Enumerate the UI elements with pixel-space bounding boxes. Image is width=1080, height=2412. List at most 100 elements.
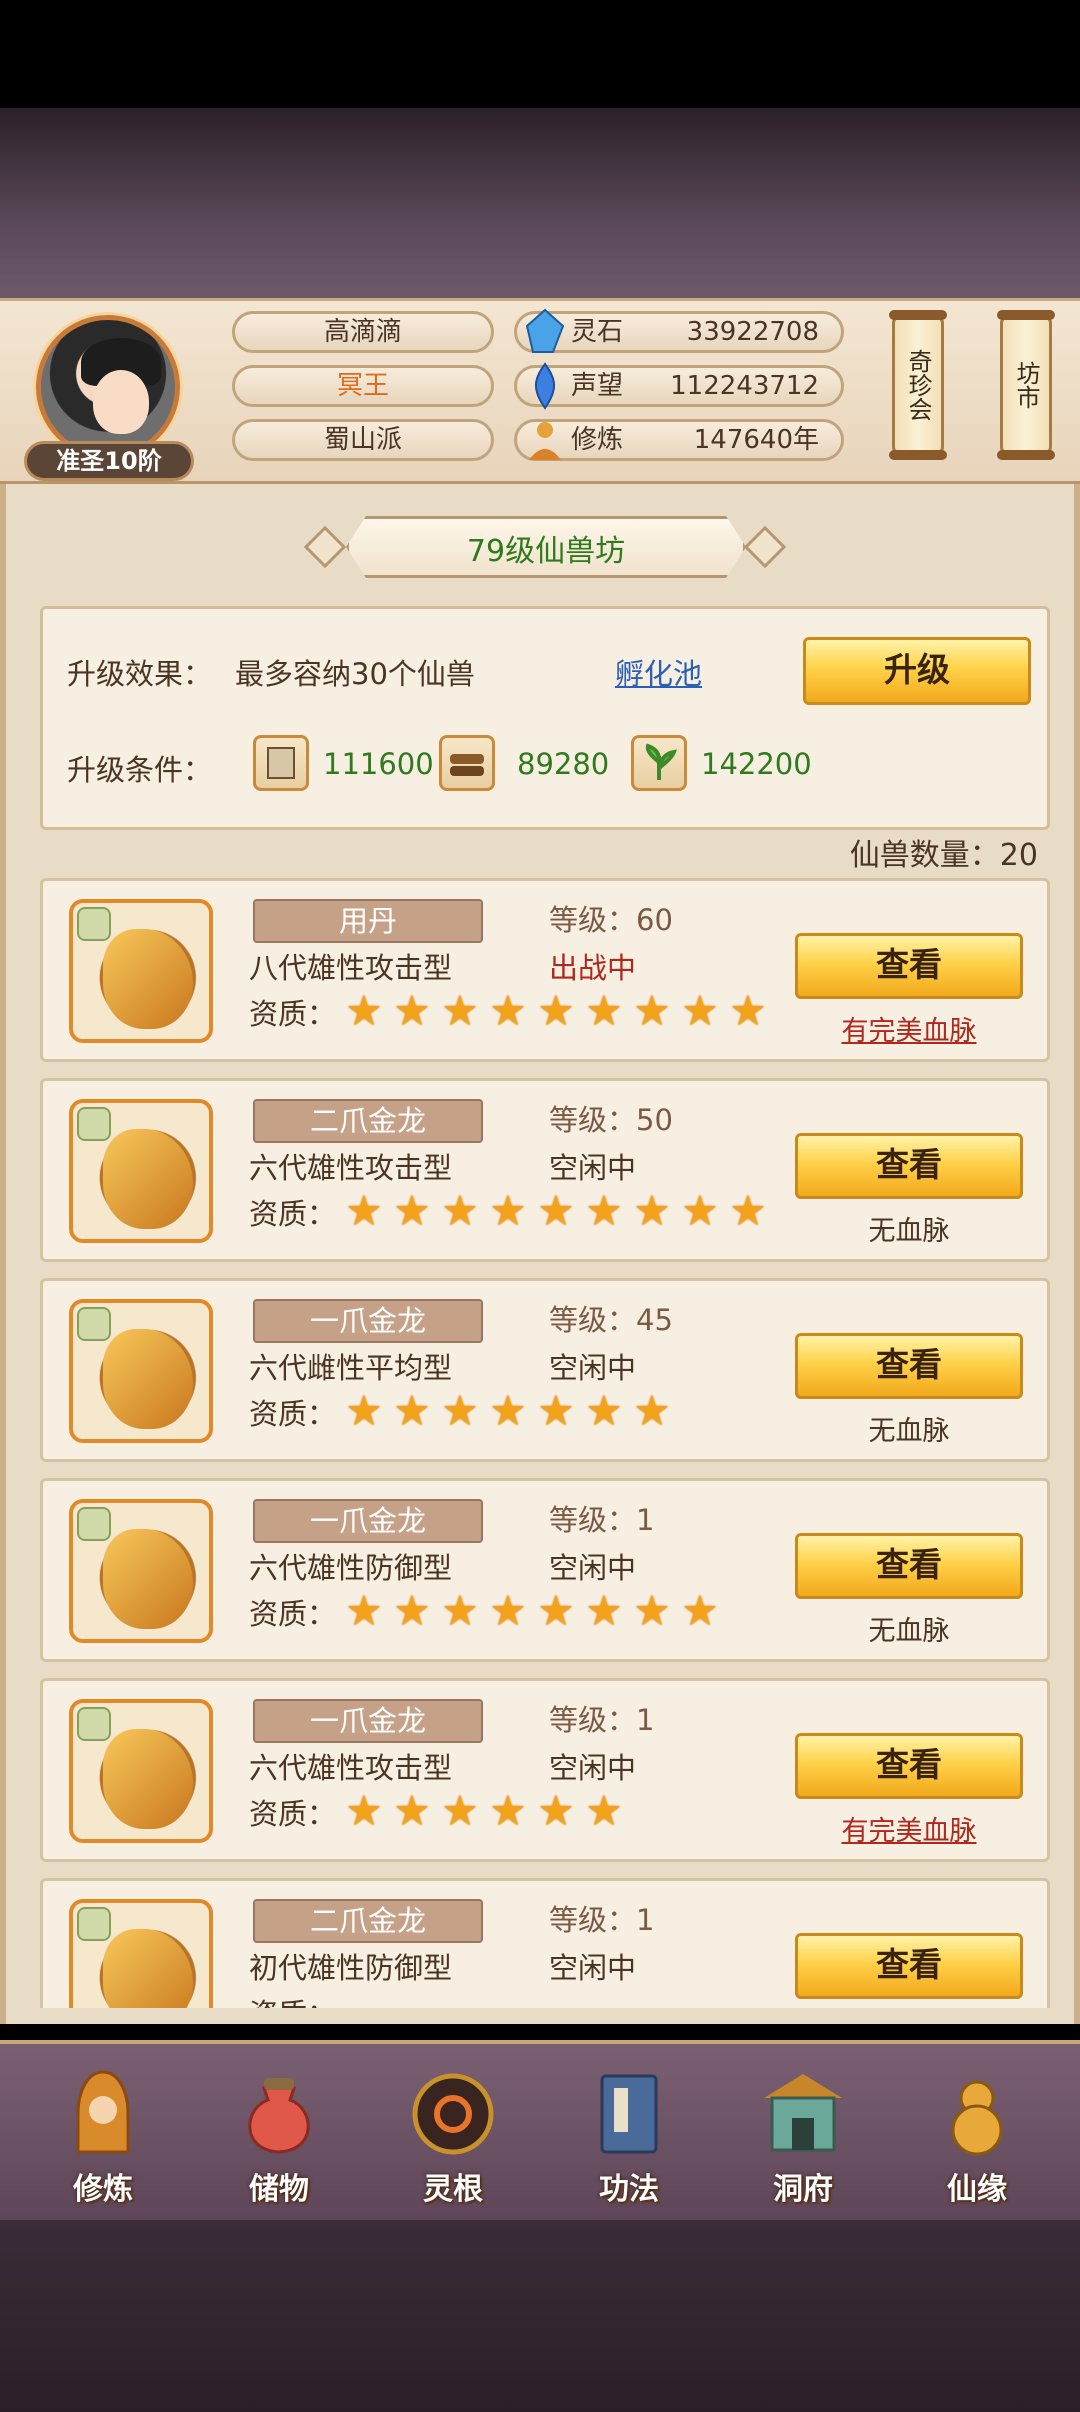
- beast-row: 二爪金龙初代雄性防御型 等级：1 空闲中资质： 查看: [40, 1878, 1050, 2008]
- beast-portrait[interactable]: [69, 899, 213, 1043]
- effect-label: 升级效果：: [67, 657, 213, 691]
- beast-name: 一爪金龙: [253, 1299, 483, 1343]
- bloodline-status[interactable]: 有完美血脉: [795, 1809, 1023, 1848]
- star-icon: ★: [585, 986, 623, 1035]
- resource-label: 灵石: [571, 317, 624, 347]
- beast-portrait[interactable]: [69, 1099, 213, 1243]
- star-icon: ★: [633, 1586, 671, 1635]
- star-icon: ★: [489, 1786, 527, 1835]
- scroll-material-icon: [253, 735, 309, 791]
- status-bar: [0, 0, 1080, 108]
- nav-technique[interactable]: 功法: [564, 2054, 694, 2214]
- cultivation-counter: 修炼 147640年: [514, 419, 844, 461]
- star-icon: ★: [681, 1586, 719, 1635]
- star-icon: ★: [537, 1586, 575, 1635]
- cultivation-icon: [529, 422, 561, 460]
- view-button[interactable]: 查看: [795, 933, 1023, 999]
- view-button[interactable]: 查看: [795, 1533, 1023, 1599]
- beast-portrait[interactable]: [69, 1699, 213, 1843]
- aptitude-label: 资质：: [249, 1797, 337, 1831]
- dragon-icon: [103, 1529, 193, 1629]
- treasure-fair-button[interactable]: 奇珍会: [889, 310, 947, 460]
- star-icon: ★: [393, 1386, 431, 1435]
- beast-name: 用丹: [253, 899, 483, 943]
- condition-value: 111600: [323, 747, 434, 781]
- beast-description: 六代雄性防御型: [249, 1551, 453, 1585]
- top-background: [0, 108, 1080, 298]
- cave-mansion-icon: [764, 2074, 842, 2152]
- spirit-stone-icon: [525, 308, 565, 353]
- beast-status: 空闲中: [549, 1551, 637, 1585]
- beast-level: 等级：60: [549, 903, 673, 937]
- nav-cave-mansion[interactable]: 洞府: [738, 2054, 868, 2214]
- player-header: 准圣10阶 高滴滴 冥王 蜀山派 灵石 33922708 声望 11224371…: [0, 298, 1080, 484]
- avatar[interactable]: 准圣10阶: [24, 311, 194, 481]
- beast-portrait[interactable]: [69, 1299, 213, 1443]
- star-icon: ★: [345, 1786, 383, 1835]
- lock-icon: [77, 1107, 111, 1141]
- star-icon: ★: [585, 1386, 623, 1435]
- beast-status: 空闲中: [549, 1351, 637, 1385]
- resource-value: 33922708: [686, 317, 819, 347]
- star-icon: ★: [489, 1386, 527, 1435]
- resource-value: 147640年: [693, 425, 819, 455]
- nav-label: 修炼: [73, 2172, 133, 2207]
- beast-level: 等级：1: [549, 1903, 655, 1937]
- nav-fortune[interactable]: 仙缘: [912, 2054, 1042, 2214]
- star-icon: ★: [681, 1186, 719, 1235]
- view-button[interactable]: 查看: [795, 1933, 1023, 1999]
- beast-level: 等级：45: [549, 1303, 673, 1337]
- aptitude-stars: ★ ★ ★ ★ ★ ★: [341, 1789, 627, 1833]
- beast-name: 一爪金龙: [253, 1699, 483, 1743]
- nav-label: 功法: [599, 2172, 659, 2207]
- beast-workshop-panel: 79级仙兽坊 升级效果： 最多容纳30个仙兽 孵化池 升级 升级条件： 1116…: [0, 484, 1080, 2024]
- star-icon: ★: [537, 986, 575, 1035]
- star-icon: ★: [489, 1186, 527, 1235]
- beast-level: 等级：50: [549, 1103, 673, 1137]
- bloodline-status[interactable]: 有完美血脉: [795, 1009, 1023, 1048]
- beast-description: 六代雌性平均型: [249, 1351, 453, 1385]
- view-button[interactable]: 查看: [795, 1733, 1023, 1799]
- hatching-pool-link[interactable]: 孵化池: [615, 651, 702, 693]
- star-icon: ★: [633, 1386, 671, 1435]
- storage-bag-icon: [248, 2078, 310, 2154]
- beast-status: 空闲中: [549, 1951, 637, 1985]
- aptitude-label: 资质：: [249, 1991, 336, 2008]
- fortune-gourd-icon: [951, 2080, 1003, 2156]
- nav-label: 洞府: [773, 2172, 833, 2207]
- beast-description: 八代雄性攻击型: [249, 951, 453, 985]
- resource-label: 声望: [571, 371, 624, 401]
- aptitude-label: 资质：: [249, 1397, 337, 1431]
- view-button[interactable]: 查看: [795, 1333, 1023, 1399]
- technique-book-icon: [600, 2074, 658, 2154]
- star-icon: ★: [345, 1586, 383, 1635]
- bloodline-status: 无血脉: [868, 1416, 950, 1447]
- bloodline-status: 无血脉: [868, 1616, 950, 1647]
- beast-level: 等级：1: [549, 1503, 655, 1537]
- bottom-background: [0, 2220, 1080, 2412]
- beast-list[interactable]: 用丹 八代雄性攻击型 等级：60 出战中 资质： ★ ★ ★ ★ ★ ★ ★ ★ ★ 查看 有完美血脉 二爪金龙…: [40, 878, 1050, 2008]
- condition-value: 142200: [701, 747, 812, 781]
- star-icon: ★: [345, 1186, 383, 1235]
- nav-spirit-root[interactable]: 灵根: [388, 2054, 518, 2214]
- bottom-nav: 修炼 储物 灵根 功法 洞府 仙缘: [0, 2040, 1080, 2220]
- market-button[interactable]: 坊市: [997, 310, 1055, 460]
- beast-row: 二爪金龙 六代雄性攻击型 等级：50 空闲中 资质： ★ ★ ★ ★ ★ ★ ★ ★ ★ 查看 无血脉: [40, 1078, 1050, 1262]
- lock-icon: [77, 1907, 111, 1941]
- nav-label: 仙缘: [947, 2172, 1007, 2207]
- aptitude-stars: ★ ★ ★ ★ ★ ★ ★ ★: [341, 1589, 723, 1633]
- spirit-root-icon: [412, 2073, 494, 2155]
- upgrade-button[interactable]: 升级: [803, 637, 1031, 705]
- beast-portrait[interactable]: [69, 1499, 213, 1643]
- nav-cultivate[interactable]: 修炼: [38, 2054, 168, 2214]
- wood-material-icon: [439, 735, 495, 791]
- upgrade-info-box: 升级效果： 最多容纳30个仙兽 孵化池 升级 升级条件： 111600 8928…: [40, 606, 1050, 830]
- star-icon: ★: [633, 1186, 671, 1235]
- beast-row: 一爪金龙 六代雌性平均型 等级：45 空闲中 资质： ★ ★ ★ ★ ★ ★ ★ 查看 无血脉: [40, 1278, 1050, 1462]
- view-button[interactable]: 查看: [795, 1133, 1023, 1199]
- nav-storage[interactable]: 储物: [214, 2054, 344, 2214]
- star-icon: ★: [537, 1786, 575, 1835]
- beast-description: 初代雄性防御型: [249, 1951, 453, 1985]
- star-icon: ★: [489, 986, 527, 1035]
- beast-portrait[interactable]: [69, 1899, 213, 2008]
